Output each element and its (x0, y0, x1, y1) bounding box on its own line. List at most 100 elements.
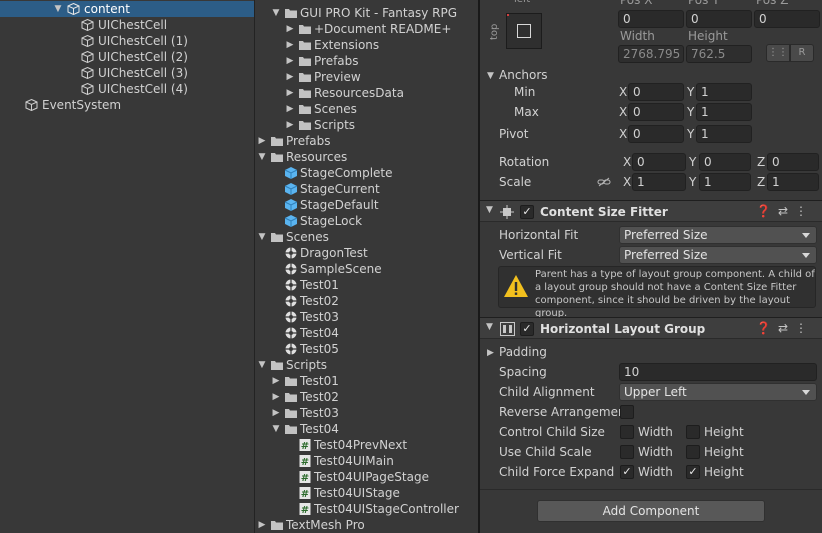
expand-arrow-icon[interactable]: ▶ (256, 133, 268, 149)
project-item-scene[interactable]: Test05 (256, 341, 478, 357)
project-item-scene[interactable]: DragonTest (256, 245, 478, 261)
expand-arrow-icon[interactable]: ▶ (256, 517, 268, 533)
project-item-prefab[interactable]: StageDefault (256, 197, 478, 213)
hierarchy-item-uichestcell-4[interactable]: UIChestCell (4) (0, 81, 254, 97)
raw-edit-button[interactable]: R (790, 44, 814, 62)
spacing-field[interactable]: 10 (619, 363, 817, 381)
anchor-preset-button[interactable] (506, 13, 542, 49)
expand-arrow-icon[interactable]: ▼ (256, 357, 268, 373)
project-item-script[interactable]: # Test04UIStage (256, 485, 478, 501)
project-item-folder[interactable]: ▼ Resources (256, 149, 478, 165)
project-item-folder[interactable]: ▶ Extensions (256, 37, 478, 53)
project-item-folder[interactable]: ▶ +Document README+ (256, 21, 478, 37)
project-item-folder[interactable]: ▶ Scripts (256, 117, 478, 133)
project-item-folder[interactable]: ▶ ResourcesData (256, 85, 478, 101)
expand-arrow-icon[interactable]: ▶ (284, 69, 296, 85)
expand-arrow-icon[interactable]: ▶ (284, 37, 296, 53)
expand-arrow-icon[interactable]: ▶ (270, 373, 282, 389)
project-item-script[interactable]: # Test04UIStageController (256, 501, 478, 517)
hierarchy-item-eventsystem[interactable]: EventSystem (0, 97, 254, 113)
project-item-scene[interactable]: SampleScene (256, 261, 478, 277)
expand-arrow-icon[interactable]: ▶ (270, 389, 282, 405)
anchor-min-y-field[interactable]: 1 (696, 83, 752, 101)
pivot-y-field[interactable]: 1 (696, 125, 752, 143)
content-size-fitter-header[interactable]: ▼ ✓ Content Size Fitter ❓⇄⋮ (480, 200, 822, 222)
rotation-y-field[interactable]: 0 (699, 153, 751, 171)
anchor-min-x-field[interactable]: 0 (628, 83, 684, 101)
height-field[interactable]: 762.5 (686, 45, 752, 63)
anchor-max-x-field[interactable]: 0 (628, 103, 684, 121)
use-child-scale-width-checkbox[interactable] (620, 445, 634, 459)
use-child-scale-height-checkbox[interactable] (686, 445, 700, 459)
content-size-fitter-enabled-checkbox[interactable]: ✓ (520, 205, 534, 219)
hierarchy-item-content[interactable]: ▼ content (0, 1, 254, 17)
project-item-folder[interactable]: ▶ Prefabs (256, 133, 478, 149)
project-item-folder[interactable]: ▶ Test01 (256, 373, 478, 389)
pos-y-field[interactable]: 0 (686, 10, 752, 28)
project-item-folder[interactable]: ▼ Scenes (256, 229, 478, 245)
project-item-scene[interactable]: Test04 (256, 325, 478, 341)
project-item-script[interactable]: # Test04PrevNext (256, 437, 478, 453)
rotation-x-field[interactable]: 0 (632, 153, 686, 171)
expand-arrow-icon[interactable]: ▼ (270, 5, 282, 21)
expand-arrow-icon[interactable]: ▶ (284, 21, 296, 37)
project-item-script[interactable]: # Test04UIMain (256, 453, 478, 469)
hierarchy-item-uichestcell-1[interactable]: UIChestCell (1) (0, 33, 254, 49)
project-item-prefab[interactable]: StageLock (256, 213, 478, 229)
project-item-folder[interactable]: ▼ Scripts (256, 357, 478, 373)
project-item-folder[interactable]: ▶ TextMesh Pro (256, 517, 478, 533)
add-component-button[interactable]: Add Component (537, 500, 765, 522)
hierarchy-item-uichestcell-2[interactable]: UIChestCell (2) (0, 49, 254, 65)
horizontal-layout-group-header[interactable]: ▼ ✓ Horizontal Layout Group ❓⇄⋮ (480, 317, 822, 339)
project-item-prefab[interactable]: StageComplete (256, 165, 478, 181)
child-force-expand-height-checkbox[interactable]: ✓ (686, 465, 700, 479)
expand-arrow-icon[interactable]: ▼ (52, 1, 64, 17)
pos-z-field[interactable]: 0 (754, 10, 820, 28)
project-item-scene[interactable]: Test02 (256, 293, 478, 309)
scale-z-field[interactable]: 1 (767, 173, 819, 191)
project-item-scene[interactable]: Test03 (256, 309, 478, 325)
component-header-icons[interactable]: ❓⇄⋮ (756, 204, 814, 218)
project-item-scene[interactable]: Test01 (256, 277, 478, 293)
blueprint-mode-button[interactable]: ⋮⋮ (766, 44, 790, 62)
project-item-script[interactable]: # Test04UIPageStage (256, 469, 478, 485)
expand-arrow-icon[interactable]: ▶ (284, 101, 296, 117)
expand-arrow-icon[interactable]: ▶ (284, 53, 296, 69)
project-item-folder[interactable]: ▶ Test03 (256, 405, 478, 421)
padding-foldout-arrow-icon[interactable]: ▶ (487, 348, 494, 358)
scale-y-field[interactable]: 1 (699, 173, 751, 191)
reverse-arrangement-checkbox[interactable] (620, 405, 634, 419)
expand-arrow-icon[interactable]: ▶ (270, 405, 282, 421)
hierarchy-item-uichestcell[interactable]: UIChestCell (0, 17, 254, 33)
pos-x-field[interactable]: 0 (618, 10, 684, 28)
control-child-width-checkbox[interactable] (620, 425, 634, 439)
anchor-max-y-field[interactable]: 1 (696, 103, 752, 121)
project-item-folder[interactable]: ▼ GUI PRO Kit - Fantasy RPG (256, 5, 478, 21)
project-item-folder[interactable]: ▶ Scenes (256, 101, 478, 117)
horizontal-layout-group-enabled-checkbox[interactable]: ✓ (520, 322, 534, 336)
expand-arrow-icon[interactable]: ▶ (284, 117, 296, 133)
hierarchy-item-uichestcell-3[interactable]: UIChestCell (3) (0, 65, 254, 81)
expand-arrow-icon[interactable]: ▼ (270, 421, 282, 437)
child-alignment-dropdown[interactable]: Upper Left (619, 383, 817, 401)
project-item-folder[interactable]: ▶ Test02 (256, 389, 478, 405)
constrain-proportions-link-icon[interactable] (597, 177, 611, 187)
pivot-x-field[interactable]: 0 (628, 125, 684, 143)
foldout-arrow-icon[interactable]: ▼ (486, 322, 493, 332)
scale-x-field[interactable]: 1 (632, 173, 686, 191)
child-force-expand-width-checkbox[interactable]: ✓ (620, 465, 634, 479)
expand-arrow-icon[interactable]: ▼ (256, 229, 268, 245)
project-item-prefab[interactable]: StageCurrent (256, 181, 478, 197)
foldout-arrow-icon[interactable]: ▼ (486, 205, 493, 215)
rotation-z-field[interactable]: 0 (767, 153, 819, 171)
project-item-folder[interactable]: ▼ Test04 (256, 421, 478, 437)
control-child-height-checkbox[interactable] (686, 425, 700, 439)
width-field[interactable]: 2768.795 (618, 45, 684, 63)
expand-arrow-icon[interactable]: ▶ (284, 85, 296, 101)
horizontal-fit-dropdown[interactable]: Preferred Size (619, 226, 817, 244)
component-header-icons[interactable]: ❓⇄⋮ (756, 321, 814, 335)
vertical-fit-dropdown[interactable]: Preferred Size (619, 246, 817, 264)
project-item-folder[interactable]: ▶ Prefabs (256, 53, 478, 69)
anchors-foldout-arrow-icon[interactable]: ▼ (487, 71, 494, 81)
project-item-folder[interactable]: ▶ Preview (256, 69, 478, 85)
